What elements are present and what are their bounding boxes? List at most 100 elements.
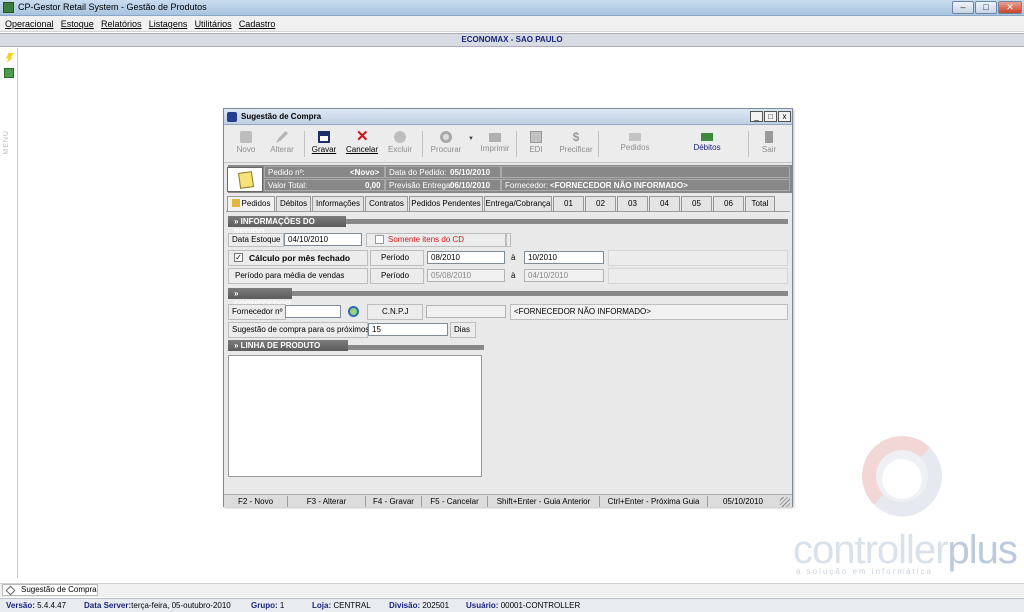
app-title: CP-Gestor Retail System - Gestão de Prod… (18, 2, 207, 12)
section-rule (292, 291, 788, 296)
data-pedido-value: 05/10/2010 (450, 168, 491, 177)
f5-cancelar-key[interactable]: F5 - Cancelar (422, 496, 488, 507)
tab-06[interactable]: 06 (713, 196, 744, 211)
menu-utilitarios[interactable]: Utilitários (195, 16, 232, 32)
minimize-button[interactable]: – (952, 1, 974, 14)
linha-produto-list[interactable] (228, 355, 482, 477)
dialog-title: Sugestão de Compra (241, 112, 322, 121)
periodo2-spacer (608, 268, 788, 284)
dias-label: Dias (450, 322, 476, 338)
close-button[interactable]: ✕ (998, 1, 1022, 14)
window-taskbar (0, 583, 1024, 597)
guia-anterior-key[interactable]: Shift+Enter - Guia Anterior (488, 496, 600, 507)
price-icon: $ (572, 130, 580, 144)
pedidos-button[interactable]: Pedidos (610, 127, 660, 161)
side-menu-panel (0, 48, 18, 578)
search-fornecedor-icon[interactable] (348, 306, 359, 317)
tab-informacoes[interactable]: Informações (312, 196, 364, 211)
data-estoque-label: Data Estoque (228, 233, 284, 247)
tab-02[interactable]: 02 (585, 196, 616, 211)
data-estoque-input[interactable] (284, 233, 362, 246)
periodo-ate-label: à (511, 253, 516, 262)
menu-bar: Operacional Estoque Relatórios Listagens… (0, 16, 1024, 32)
excluir-button[interactable]: Excluir (384, 127, 416, 161)
usuario-info: Usuário: 00001-CONTROLLER (466, 601, 581, 610)
new-icon (240, 131, 252, 143)
menu-listagens[interactable]: Listagens (149, 16, 188, 32)
tab-pedidos-pendentes[interactable]: Pedidos Pendentes (409, 196, 483, 211)
exit-icon (765, 131, 773, 143)
toolbar: Novo Alterar Gravar ✕ Cancelar Excluir Pr… (224, 126, 792, 163)
debits-icon (701, 133, 713, 141)
cancel-icon: ✕ (356, 128, 369, 145)
taskbar-item-sugestao[interactable]: Sugestão de Compra (2, 584, 98, 596)
tab-entrega-cobranca[interactable]: Entrega/Cobrança (484, 196, 552, 211)
map-icon[interactable] (4, 68, 14, 78)
dialog-minimize-button[interactable]: _ (750, 111, 763, 122)
gravar-button[interactable]: Gravar (308, 127, 340, 161)
procurar-dropdown-icon[interactable]: ▼ (468, 136, 474, 142)
brand-tagline: a solução em informática (796, 567, 933, 576)
somente-cd-checkbox[interactable] (375, 235, 384, 244)
previsao-label: Previsão Entrega: (389, 181, 453, 190)
edi-button[interactable]: EDI (520, 127, 552, 161)
periodo2-fim-input[interactable] (524, 269, 604, 282)
cancelar-button[interactable]: ✕ Cancelar (344, 127, 380, 161)
tab-pedidos[interactable]: Pedidos (227, 196, 275, 212)
f3-alterar-key[interactable]: F3 - Alterar (288, 496, 366, 507)
resize-grip-icon[interactable] (780, 497, 790, 507)
somente-cd-label: Somente itens do CD (388, 235, 465, 244)
tab-total[interactable]: Total (745, 196, 775, 211)
save-icon (318, 131, 330, 143)
novo-button[interactable]: Novo (230, 127, 262, 161)
menu-relatorios[interactable]: Relatórios (101, 16, 142, 32)
periodo2-inicio-input[interactable] (427, 269, 505, 282)
data-server-info: Data Server:terça-feira, 05-outubro-2010 (84, 601, 231, 610)
tab-contratos[interactable]: Contratos (365, 196, 408, 211)
section-linha-produto: » LINHA DE PRODUTO (228, 340, 348, 351)
tab-pedidos-icon (231, 199, 240, 207)
menu-cadastro[interactable]: Cadastro (239, 16, 276, 32)
f2-novo-key[interactable]: F2 - Novo (224, 496, 288, 507)
edit-icon (276, 131, 288, 143)
tab-01[interactable]: 01 (553, 196, 584, 211)
tab-debitos[interactable]: Débitos (276, 196, 311, 211)
side-menu-label[interactable]: MENU (3, 130, 10, 155)
tab-05[interactable]: 05 (681, 196, 712, 211)
sugestao-dias-input[interactable] (368, 323, 448, 336)
dialog-maximize-button[interactable]: □ (764, 111, 777, 122)
menu-estoque[interactable]: Estoque (61, 16, 94, 32)
cnpj-label: C.N.P.J (367, 304, 423, 320)
section-informacoes-pedido: » INFORMAÇÕES DO PEDIDO (228, 216, 346, 237)
f4-gravar-key[interactable]: F4 - Gravar (366, 496, 422, 507)
tab-04[interactable]: 04 (649, 196, 680, 211)
periodo-spacer (608, 250, 788, 266)
periodo-fim-input[interactable] (524, 251, 604, 264)
media-vendas-label: Período para média de vendas (228, 268, 368, 284)
fornecedor-header-label: Fornecedor: (505, 181, 549, 190)
alterar-button[interactable]: Alterar (266, 127, 298, 161)
sair-button[interactable]: Sair (754, 127, 784, 161)
fornecedor-no-input[interactable] (285, 305, 341, 318)
info-divider (506, 233, 511, 247)
precificar-button[interactable]: $ Precificar (556, 127, 596, 161)
dialog-close-button[interactable]: x (778, 111, 791, 122)
sugestao-compra-dialog: Sugestão de Compra _ □ x Novo Alterar Gr… (223, 108, 793, 507)
tab-03[interactable]: 03 (617, 196, 648, 211)
valor-label: Valor Total: (268, 181, 308, 190)
proxima-guia-key[interactable]: Ctrl+Enter - Próxima Guia (600, 496, 708, 507)
print-icon (489, 133, 501, 142)
dialog-icon (227, 112, 237, 122)
calculo-checkbox[interactable]: ✓ (234, 253, 243, 262)
menu-operacional[interactable]: Operacional (5, 16, 54, 32)
maximize-button[interactable]: □ (975, 1, 997, 14)
section-fornecedor: » FORNECEDOR (228, 288, 292, 309)
imprimir-button[interactable]: Imprimir (478, 127, 512, 161)
periodo-inicio-input[interactable] (427, 251, 505, 264)
divisao-info: Divisão: 202501 (389, 601, 450, 610)
cnpj-input[interactable] (426, 305, 506, 318)
procurar-button[interactable]: Procurar (426, 127, 466, 161)
debitos-button[interactable]: Débitos (684, 127, 730, 161)
fornecedor-nome: <FORNECEDOR NÃO INFORMADO> (510, 304, 788, 320)
delete-icon (394, 131, 406, 143)
